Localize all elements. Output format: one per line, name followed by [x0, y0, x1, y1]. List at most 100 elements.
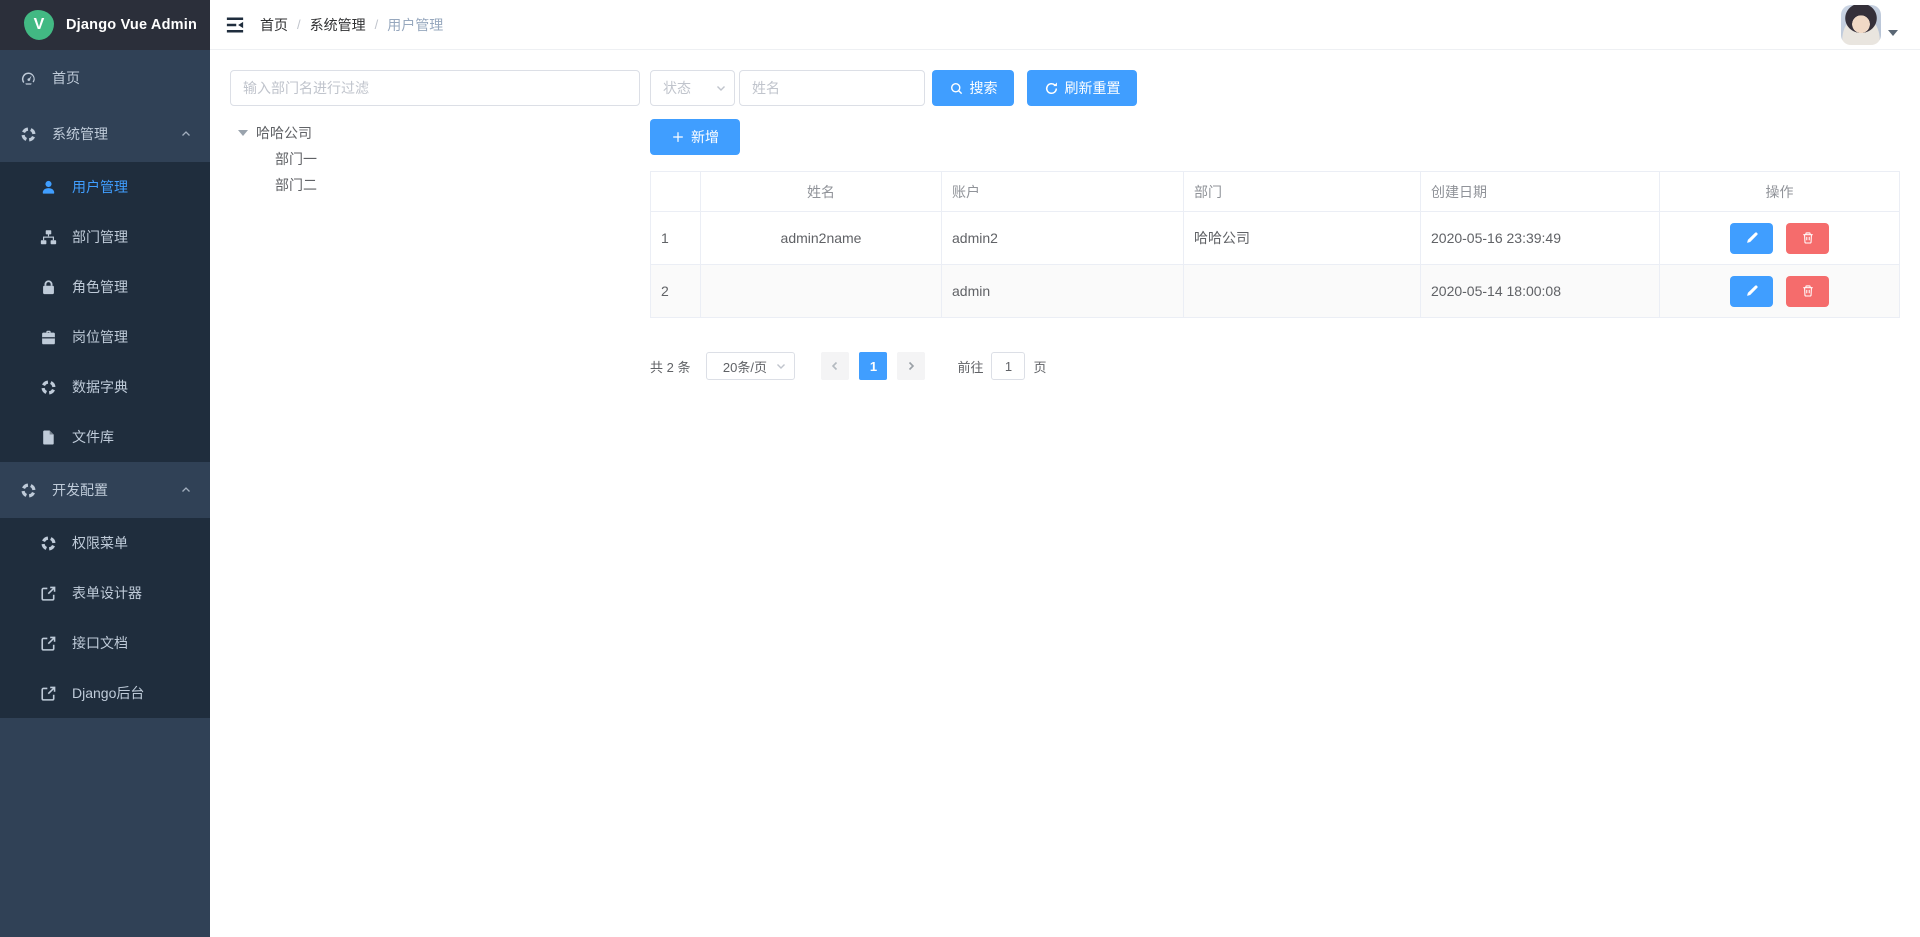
- goto-label: 前往: [957, 357, 983, 376]
- sidebar-item-home[interactable]: 首页: [0, 50, 210, 106]
- col-header-actions: 操作: [1660, 172, 1900, 212]
- table-row: 1 admin2name admin2 哈哈公司 2020-05-16 23:3…: [651, 212, 1900, 265]
- reset-button-label: 刷新重置: [1065, 78, 1121, 98]
- component-icon: [40, 379, 57, 396]
- search-icon: [949, 81, 964, 96]
- sidebar-item-departments[interactable]: 部门管理: [0, 212, 210, 262]
- cell-dept: 哈哈公司: [1184, 212, 1421, 265]
- tree-node-company[interactable]: 哈哈公司: [230, 120, 640, 146]
- avatar[interactable]: [1841, 5, 1881, 45]
- pagination: 共 2 条 20条/页 1 前往 页: [650, 352, 1900, 380]
- sidebar-item-roles[interactable]: 角色管理: [0, 262, 210, 312]
- sidebar-toggle-button[interactable]: [210, 0, 260, 49]
- app-logo[interactable]: V Django Vue Admin: [0, 0, 210, 50]
- cell-index: 2: [651, 265, 701, 318]
- delete-button[interactable]: [1786, 223, 1829, 254]
- col-header-account: 账户: [942, 172, 1184, 212]
- cell-created: 2020-05-16 23:39:49: [1421, 212, 1660, 265]
- app-title: Django Vue Admin: [66, 17, 197, 33]
- page-number-1[interactable]: 1: [859, 352, 887, 380]
- department-filter-input[interactable]: [230, 70, 640, 106]
- tree-node-label: 部门二: [275, 175, 317, 195]
- sidebar-item-positions[interactable]: 岗位管理: [0, 312, 210, 362]
- page-unit-label: 页: [1033, 357, 1046, 376]
- col-header-dept: 部门: [1184, 172, 1421, 212]
- search-button[interactable]: 搜索: [932, 70, 1014, 106]
- external-link-icon: [40, 585, 57, 602]
- refresh-icon: [1044, 81, 1059, 96]
- sidebar-item-label: 系统管理: [52, 124, 108, 144]
- add-button-label: 新增: [691, 127, 719, 147]
- trash-icon: [1801, 284, 1815, 298]
- sidebar-item-label: 文件库: [72, 427, 114, 447]
- external-link-icon: [40, 635, 57, 652]
- table-header-row: 姓名 账户 部门 创建日期 操作: [651, 172, 1900, 212]
- cell-dept: [1184, 265, 1421, 318]
- name-search-input[interactable]: [739, 70, 925, 106]
- cell-name: admin2name: [701, 212, 942, 265]
- sidebar-item-django-admin[interactable]: Django后台: [0, 668, 210, 718]
- tree-node-dept1[interactable]: 部门一: [230, 146, 640, 172]
- sidebar-item-api-docs[interactable]: 接口文档: [0, 618, 210, 668]
- component-icon: [20, 126, 37, 143]
- edit-button[interactable]: [1730, 276, 1773, 307]
- goto-page-input[interactable]: [991, 352, 1025, 380]
- sidebar-item-label: 数据字典: [72, 377, 128, 397]
- prev-page-button[interactable]: [821, 352, 849, 380]
- external-link-icon: [40, 685, 57, 702]
- sidebar-item-label: 首页: [52, 68, 80, 88]
- user-icon: [40, 179, 57, 196]
- chevron-right-icon: [905, 360, 917, 372]
- cell-account: admin: [942, 265, 1184, 318]
- users-table: 姓名 账户 部门 创建日期 操作 1 admin2name admin2 哈哈公…: [650, 171, 1900, 318]
- edit-button[interactable]: [1730, 223, 1773, 254]
- chevron-down-icon: [715, 82, 727, 94]
- refresh-reset-button[interactable]: 刷新重置: [1027, 70, 1137, 106]
- sidebar-item-permission-menu[interactable]: 权限菜单: [0, 518, 210, 568]
- sidebar-item-label: 接口文档: [72, 633, 128, 653]
- sidebar-item-files[interactable]: 文件库: [0, 412, 210, 462]
- search-button-label: 搜索: [970, 78, 998, 98]
- breadcrumb-system[interactable]: 系统管理: [310, 15, 366, 35]
- component-icon: [20, 482, 37, 499]
- main-content: 哈哈公司 部门一 部门二 搜索: [210, 50, 1920, 937]
- dashboard-icon: [20, 70, 37, 87]
- sidebar-item-label: 开发配置: [52, 480, 108, 500]
- user-dropdown[interactable]: [1841, 5, 1898, 45]
- lock-icon: [40, 279, 57, 296]
- delete-button[interactable]: [1786, 276, 1829, 307]
- sidebar-item-form-designer[interactable]: 表单设计器: [0, 568, 210, 618]
- table-row: 2 admin 2020-05-14 18:00:08: [651, 265, 1900, 318]
- cell-index: 1: [651, 212, 701, 265]
- sidebar-item-users[interactable]: 用户管理: [0, 162, 210, 212]
- hamburger-fold-icon: [225, 15, 245, 35]
- users-panel: 搜索 刷新重置 新增 姓名: [650, 70, 1900, 380]
- cell-created: 2020-05-14 18:00:08: [1421, 265, 1660, 318]
- vue-logo-icon: V: [24, 10, 54, 40]
- breadcrumb-home[interactable]: 首页: [260, 15, 288, 35]
- cell-name: [701, 265, 942, 318]
- status-select[interactable]: [650, 70, 735, 106]
- pencil-icon: [1745, 231, 1759, 245]
- sidebar-item-label: 角色管理: [72, 277, 128, 297]
- breadcrumb-current: 用户管理: [387, 15, 443, 35]
- sidebar-item-dictionary[interactable]: 数据字典: [0, 362, 210, 412]
- sidebar-group-devconfig[interactable]: 开发配置: [0, 462, 210, 518]
- breadcrumb: 首页 / 系统管理 / 用户管理: [260, 15, 443, 35]
- next-page-button[interactable]: [897, 352, 925, 380]
- caret-down-icon: [238, 130, 248, 136]
- page-size-select[interactable]: 20条/页: [706, 352, 795, 380]
- sidebar-item-label: 用户管理: [72, 177, 128, 197]
- cell-account: admin2: [942, 212, 1184, 265]
- trash-icon: [1801, 231, 1815, 245]
- tree-node-label: 哈哈公司: [256, 123, 312, 143]
- add-user-button[interactable]: 新增: [650, 119, 740, 155]
- sidebar-group-system[interactable]: 系统管理: [0, 106, 210, 162]
- search-toolbar: 搜索 刷新重置: [650, 70, 1900, 106]
- tree-node-dept2[interactable]: 部门二: [230, 172, 640, 198]
- briefcase-icon: [40, 329, 57, 346]
- sidebar-item-label: Django后台: [72, 683, 144, 703]
- sidebar-item-label: 部门管理: [72, 227, 128, 247]
- chevron-up-icon: [180, 484, 192, 496]
- col-header-name: 姓名: [701, 172, 942, 212]
